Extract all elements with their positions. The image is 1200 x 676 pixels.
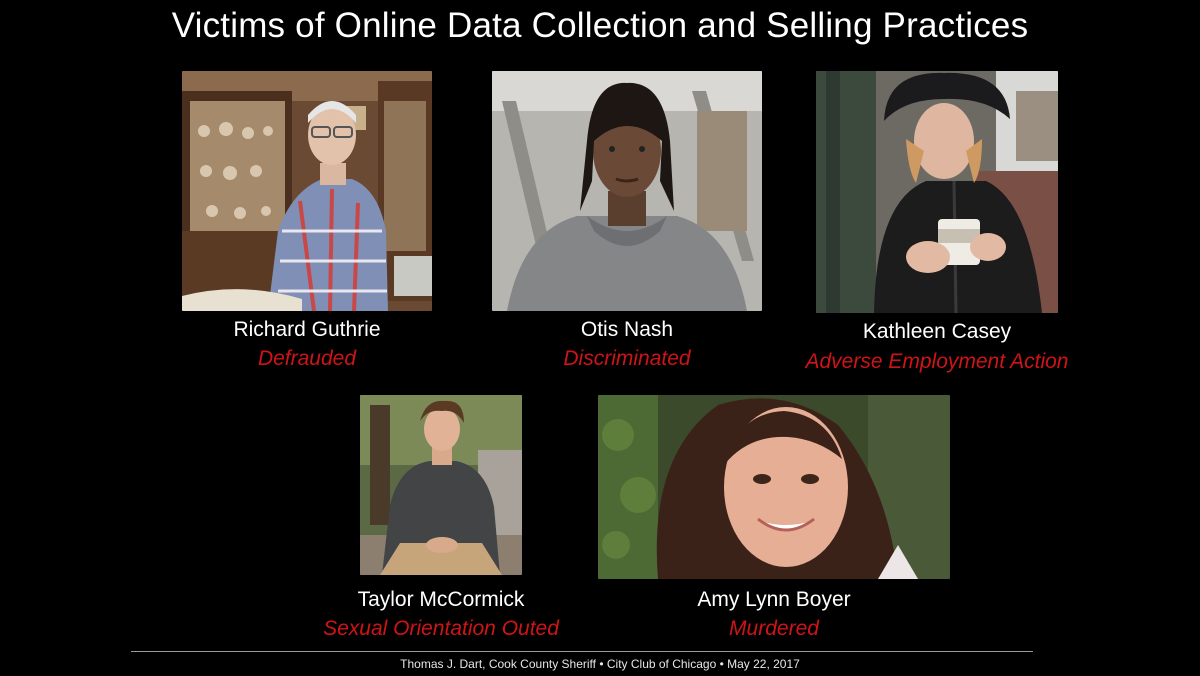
footer-divider [131,651,1033,652]
victim-name: Amy Lynn Boyer [697,588,851,611]
photo-otis-nash [492,71,762,311]
victim-name: Richard Guthrie [233,318,381,341]
victim-name: Otis Nash [580,318,674,341]
victim-outcome: Defrauded [257,347,357,370]
victim-outcome: Sexual Orientation Outed [323,617,559,640]
victim-name: Kathleen Casey [862,320,1012,343]
photo-taylor-mccormick [360,395,522,575]
slide-title: Victims of Online Data Collection and Se… [171,6,1029,45]
photo-richard-guthrie [182,71,432,311]
slide-footer: Thomas J. Dart, Cook County Sheriff • Ci… [400,657,800,671]
victim-outcome: Adverse Employment Action [805,350,1069,373]
photo-amy-lynn-boyer [598,395,950,579]
victim-outcome: Discriminated [563,347,691,370]
photo-kathleen-casey [816,71,1058,313]
victim-outcome: Murdered [729,617,819,640]
victim-name: Taylor McCormick [357,588,525,611]
